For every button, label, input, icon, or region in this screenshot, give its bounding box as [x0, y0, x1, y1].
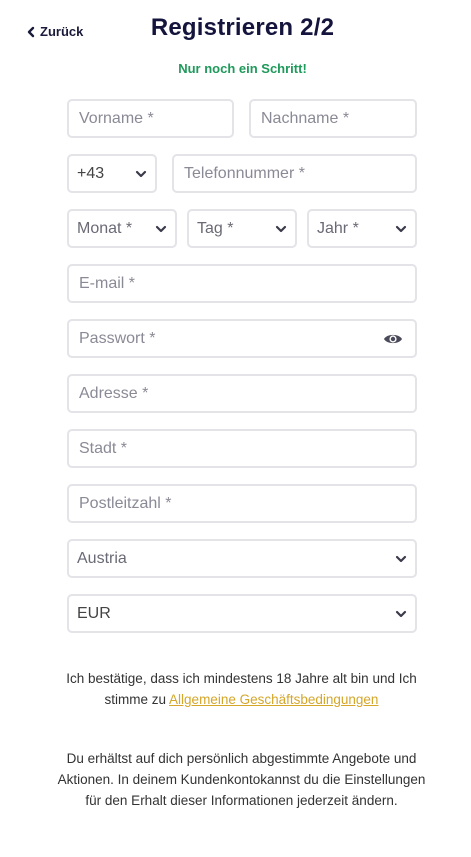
chevron-down-icon — [155, 225, 167, 232]
city-input[interactable] — [69, 431, 415, 466]
email-field[interactable] — [67, 264, 417, 303]
birth-day-value: Tag * — [197, 219, 234, 237]
firstname-field[interactable] — [67, 99, 234, 138]
birth-year-value: Jahr * — [317, 219, 359, 237]
phone-prefix-value: +43 — [77, 164, 105, 182]
birth-year-select[interactable]: Jahr * — [307, 209, 417, 248]
phone-field[interactable] — [172, 154, 417, 193]
lastname-field[interactable] — [249, 99, 417, 138]
chevron-down-icon — [395, 225, 407, 232]
marketing-info-text: Du erhältst auf dich persönlich abgestim… — [57, 751, 426, 808]
chevron-down-icon — [395, 555, 407, 562]
eye-icon[interactable] — [383, 331, 403, 347]
email-input[interactable] — [69, 266, 415, 301]
city-field[interactable] — [67, 429, 417, 468]
lastname-input[interactable] — [251, 101, 415, 136]
chevron-down-icon — [275, 225, 287, 232]
birth-month-select[interactable]: Monat * — [67, 209, 177, 248]
chevron-down-icon — [135, 170, 147, 177]
chevron-down-icon — [395, 610, 407, 617]
page-subtitle: Nur noch ein Schritt! — [178, 61, 307, 76]
password-field[interactable] — [67, 319, 417, 358]
birth-month-value: Monat * — [77, 219, 133, 237]
currency-select[interactable]: EUR — [67, 594, 417, 633]
country-value: Austria — [77, 549, 127, 567]
currency-value: EUR — [77, 604, 111, 622]
zip-field[interactable] — [67, 484, 417, 523]
terms-link[interactable]: Allgemeine Geschäftsbedingungen — [169, 692, 378, 707]
zip-input[interactable] — [69, 486, 415, 521]
age-confirmation-text: Ich bestätige, dass ich mindestens 18 Ja… — [56, 668, 427, 710]
address-input[interactable] — [69, 376, 415, 411]
country-select[interactable]: Austria — [67, 539, 417, 578]
birth-day-select[interactable]: Tag * — [187, 209, 297, 248]
address-field[interactable] — [67, 374, 417, 413]
firstname-input[interactable] — [69, 101, 232, 136]
phone-prefix-select[interactable]: +43 — [67, 154, 157, 193]
page-title: Registrieren 2/2 — [150, 14, 335, 41]
password-input[interactable] — [69, 321, 415, 356]
phone-input[interactable] — [174, 156, 415, 191]
